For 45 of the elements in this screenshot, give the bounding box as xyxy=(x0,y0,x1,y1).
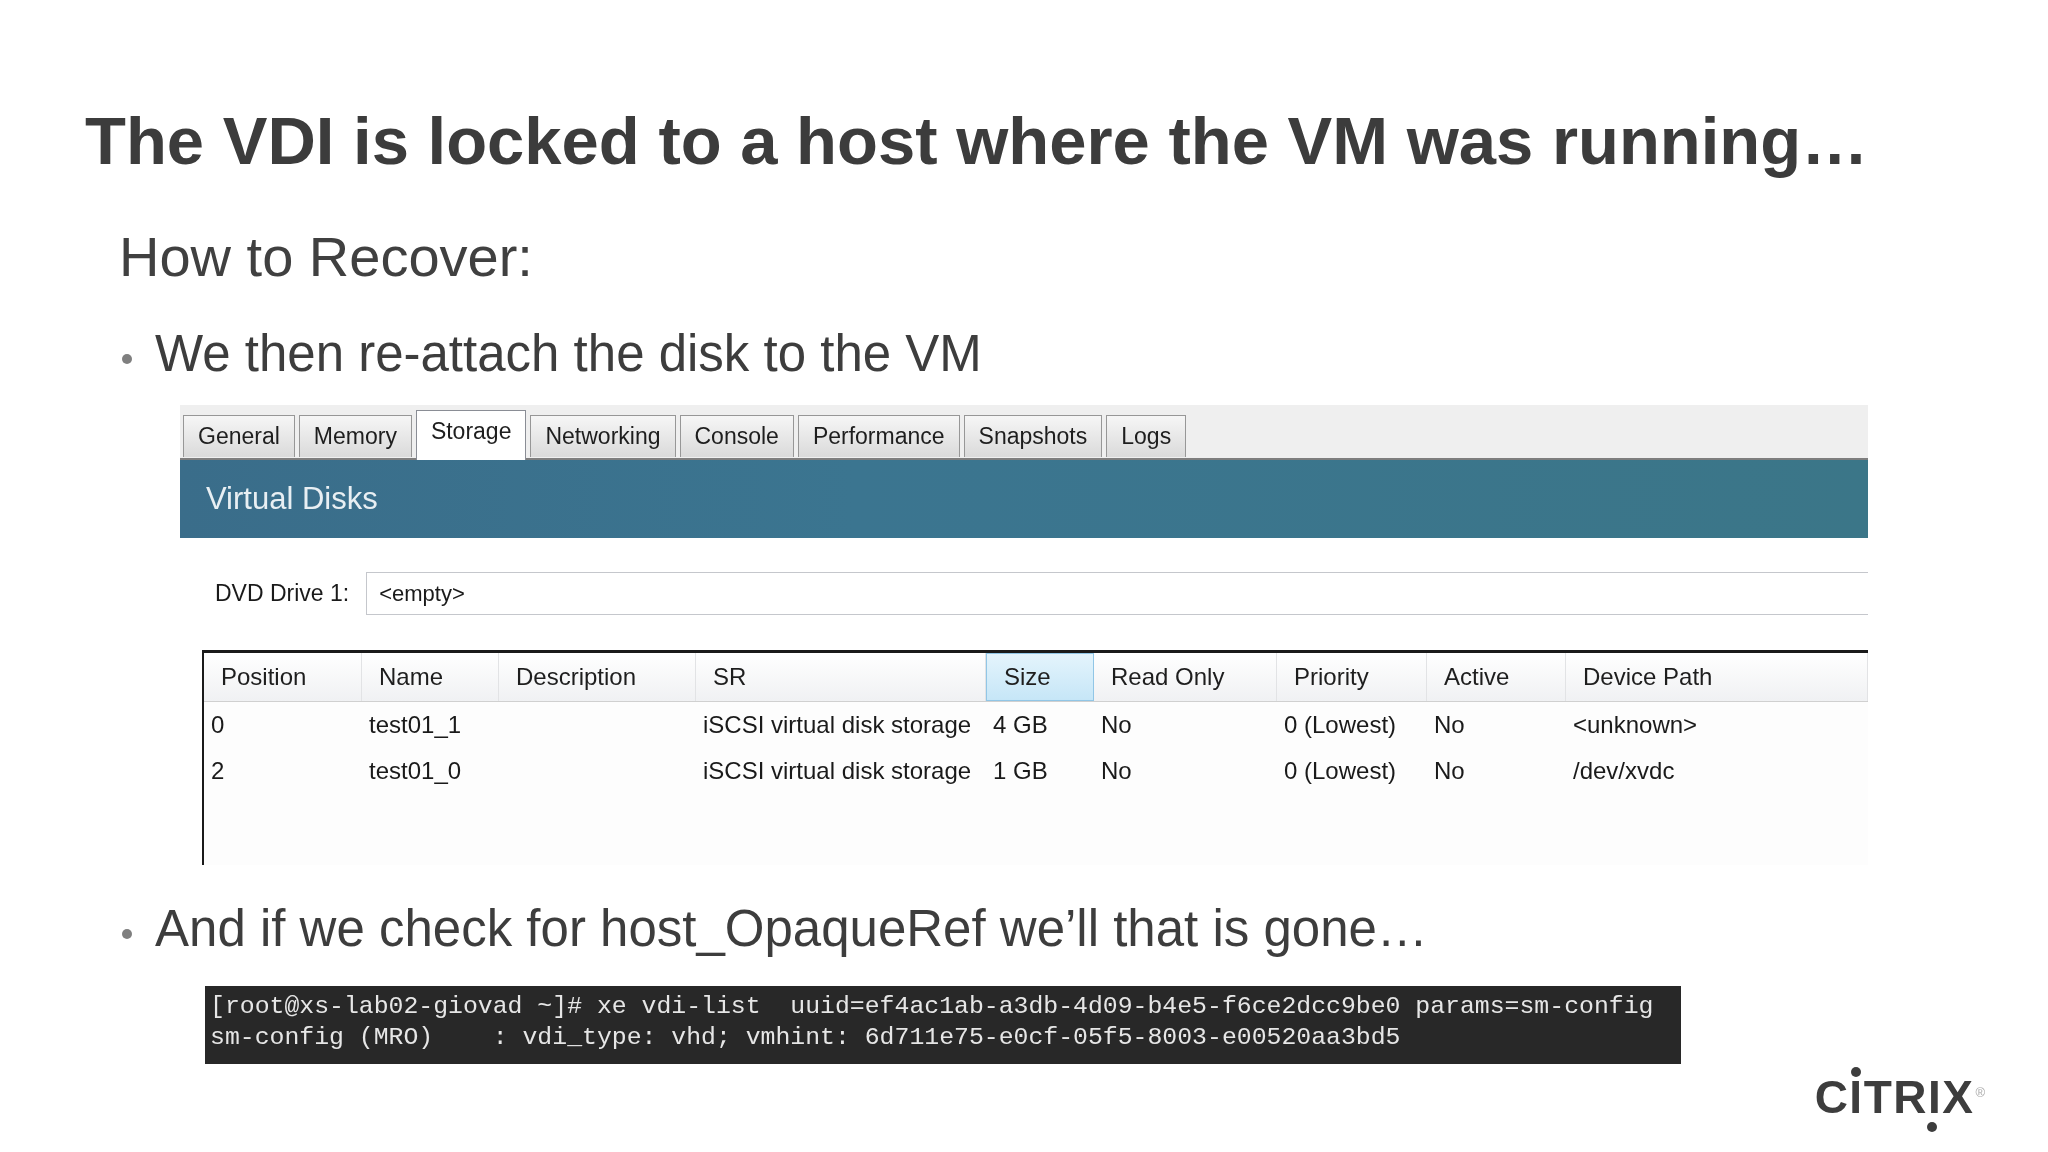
table-cell-text: iSCSI virtual disk storage xyxy=(702,756,973,786)
tab[interactable]: Networking xyxy=(530,415,676,457)
bullet-text: We then re-attach the disk to the VM xyxy=(155,324,982,384)
column-header[interactable]: Name xyxy=(362,653,499,701)
slide-subtitle: How to Recover: xyxy=(119,224,533,290)
column-header[interactable]: Device Path xyxy=(1566,653,1868,701)
bullet-text: And if we check for host_OpaqueRef we’ll that is gone… xyxy=(155,899,1428,959)
table-cell-text: No xyxy=(1433,710,1466,740)
slide-title: The VDI is locked to a host where the VM was running… xyxy=(85,102,1869,180)
section-title: Virtual Disks xyxy=(206,481,378,517)
table-cell-text: 1 GB xyxy=(992,756,1049,786)
dvd-drive-field[interactable]: <empty> xyxy=(366,572,1868,615)
bullet-icon xyxy=(122,928,132,939)
column-header[interactable]: Size xyxy=(986,653,1094,701)
table-cell-text: 2 xyxy=(210,756,226,786)
table-cell-text: <unknown> xyxy=(1572,710,1699,740)
tab[interactable]: Memory xyxy=(298,415,412,457)
table-cell-text: No xyxy=(1433,756,1466,786)
column-header[interactable]: Read Only xyxy=(1094,653,1277,701)
tab[interactable]: General xyxy=(183,415,295,457)
column-header[interactable]: Position xyxy=(204,653,362,701)
table-cell-text: iSCSI virtual disk storage xyxy=(702,710,973,740)
table-cell-text: 0 xyxy=(210,710,226,740)
table-cell-text: 0 (Lowest) xyxy=(1283,756,1398,786)
brand-logo: CITRIX® xyxy=(1814,1066,1985,1134)
table-cell-text: test01_1 xyxy=(368,710,463,740)
bullet-icon xyxy=(122,353,132,364)
table-cell-text: No xyxy=(1100,756,1133,786)
column-header[interactable]: Active xyxy=(1427,653,1566,701)
table-cell-text: /dev/xvdc xyxy=(1572,756,1676,786)
field-label: DVD Drive 1: xyxy=(215,580,350,607)
terminal-line: [root@xs-lab02-giovad ~]# xe vdi-list uuid=ef4ac1ab-a3db-4d09-b4e5-f6ce2dcc9be0 params=sm-config xyxy=(210,991,1655,1022)
tab[interactable]: Performance xyxy=(797,415,960,457)
column-header[interactable]: SR xyxy=(696,653,986,701)
column-header[interactable]: Description xyxy=(499,653,696,701)
column-header[interactable]: Priority xyxy=(1277,653,1427,701)
table-cell-text: test01_0 xyxy=(368,756,463,786)
table-cell-text: No xyxy=(1100,710,1133,740)
tab[interactable]: Console xyxy=(679,415,794,457)
tab[interactable]: Storage xyxy=(415,410,527,460)
terminal-line: sm-config (MRO) : vdi_type: vhd; vmhint: 6d711e75-e0cf-05f5-8003-e00520aa3bd5 xyxy=(210,1022,1402,1053)
tab[interactable]: Logs xyxy=(1106,415,1187,457)
table-cell-text: 4 GB xyxy=(992,710,1049,740)
table-cell-text: 0 (Lowest) xyxy=(1283,710,1398,740)
tab[interactable]: Snapshots xyxy=(963,415,1103,457)
